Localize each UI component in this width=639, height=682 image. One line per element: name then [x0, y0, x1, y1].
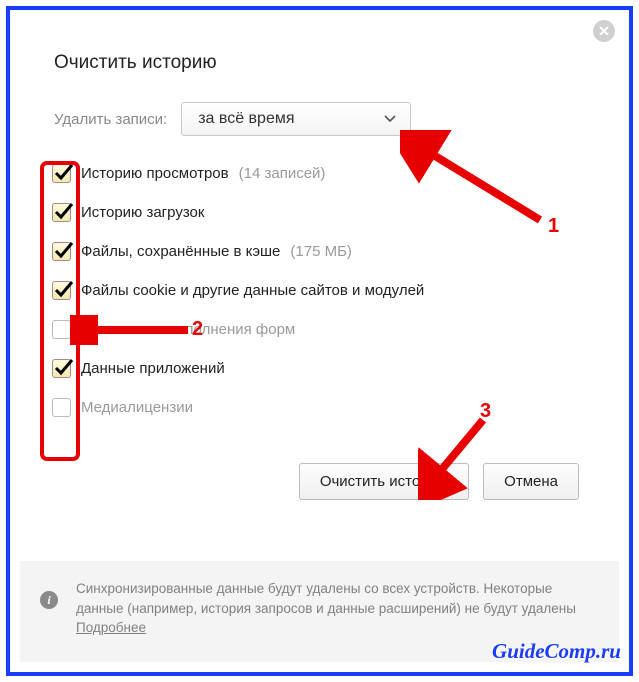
dialog-content: Очистить историю Удалить записи: за всё …	[10, 10, 629, 520]
close-icon: ✕	[598, 23, 610, 39]
checkbox-label: Файлы cookie и другие данные сайтов и мо…	[81, 282, 424, 299]
checkbox-row: Файлы cookie и другие данные сайтов и мо…	[52, 281, 585, 300]
checkbox-extra: (175 МБ)	[290, 243, 352, 260]
checkbox-label: Данные приложений	[81, 360, 225, 377]
checkbox-list: Историю просмотров (14 записей) Историю з…	[52, 164, 585, 417]
checkbox-row: Историю просмотров (14 записей)	[52, 164, 585, 183]
dialog-actions: Очистить историю Отмена	[54, 463, 585, 500]
footer-text: Синхронизированные данные будут удалены …	[76, 581, 576, 616]
close-button[interactable]: ✕	[593, 20, 615, 42]
checkbox-label: Данные автозаполнения форм	[81, 321, 295, 338]
checkbox-label: Историю просмотров	[81, 165, 229, 182]
info-icon: i	[40, 591, 58, 609]
checkbox[interactable]	[52, 242, 71, 261]
dialog-title: Очистить историю	[54, 52, 585, 74]
checkbox[interactable]	[52, 398, 71, 417]
chevron-down-icon	[384, 115, 396, 123]
checkbox[interactable]	[52, 359, 71, 378]
clear-history-button[interactable]: Очистить историю	[299, 463, 469, 500]
checkbox-label: Файлы, сохранённые в кэше	[81, 243, 280, 260]
checkbox-row: Данные приложений	[52, 359, 585, 378]
footer-link[interactable]: Подробнее	[76, 620, 146, 635]
time-range-select[interactable]: за всё время	[181, 102, 411, 136]
time-range-value: за всё время	[198, 110, 294, 127]
footer-note: i Синхронизированные данные будут удален…	[20, 561, 619, 662]
checkbox[interactable]	[52, 164, 71, 183]
checkbox-row: Файлы, сохранённые в кэше (175 МБ)	[52, 242, 585, 261]
checkbox[interactable]	[52, 203, 71, 222]
checkbox-row: Историю загрузок	[52, 203, 585, 222]
checkbox-row: Данные автозаполнения форм	[52, 320, 585, 339]
checkbox[interactable]	[52, 320, 71, 339]
checkbox-label: Историю загрузок	[81, 204, 204, 221]
time-range-label: Удалить записи:	[54, 111, 167, 128]
checkbox-label: Медиалицензии	[81, 399, 193, 416]
time-range-row: Удалить записи: за всё время	[54, 102, 585, 136]
checkbox[interactable]	[52, 281, 71, 300]
checkbox-extra: (14 записей)	[239, 165, 326, 182]
cancel-button[interactable]: Отмена	[483, 463, 579, 500]
dialog-frame: ✕ Очистить историю Удалить записи: за вс…	[6, 6, 633, 676]
checkbox-row: Медиалицензии	[52, 398, 585, 417]
